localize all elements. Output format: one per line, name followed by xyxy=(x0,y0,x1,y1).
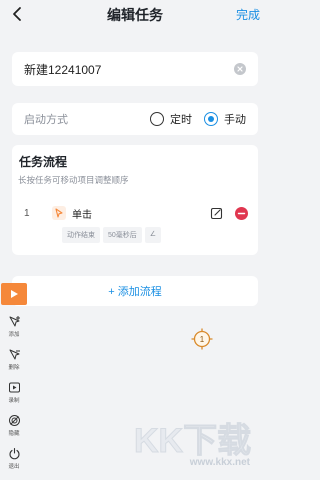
step-tag: 50毫秒后 xyxy=(103,227,142,243)
delete-pointer-icon xyxy=(9,349,20,360)
play-button[interactable] xyxy=(1,283,27,305)
tool-exit-label: 退出 xyxy=(8,464,20,470)
tool-hide-label: 隐藏 xyxy=(8,431,20,437)
step-tag: 动作结束 xyxy=(62,227,100,243)
step-tags: 动作结束 50毫秒后 ∠ xyxy=(62,227,162,243)
tap-target-marker[interactable]: 1 xyxy=(191,328,213,350)
record-icon xyxy=(8,382,20,393)
tool-record-label: 录制 xyxy=(8,398,20,404)
radio-scheduled[interactable]: 定时 xyxy=(150,111,192,127)
top-bar: 编辑任务 完成 xyxy=(0,0,270,30)
tool-record[interactable]: 录制 xyxy=(1,381,27,404)
done-button[interactable]: 完成 xyxy=(236,6,260,23)
back-icon[interactable] xyxy=(8,4,28,24)
task-name-field[interactable]: 新建12241007 xyxy=(12,52,258,86)
flow-hint: 长按任务可移动项目调整顺序 xyxy=(18,175,129,185)
add-flow-button[interactable]: + 添加流程 xyxy=(12,276,258,306)
floating-toolbar: 添加 删除 录制 隐藏 退出 xyxy=(1,283,28,470)
radio-scheduled-label: 定时 xyxy=(170,114,192,126)
power-icon xyxy=(9,447,19,460)
flow-step-row[interactable]: 1 单击 xyxy=(24,203,248,223)
clear-icon[interactable] xyxy=(234,63,246,75)
step-tag: ∠ xyxy=(144,227,162,243)
add-pointer-icon xyxy=(9,316,20,327)
flow-title: 任务流程 xyxy=(19,155,68,169)
marker-number: 1 xyxy=(200,335,205,344)
edit-icon[interactable] xyxy=(210,207,223,220)
watermark-url: www.kkx.net xyxy=(189,457,250,468)
page-title: 编辑任务 xyxy=(107,7,163,23)
add-flow-label: + 添加流程 xyxy=(108,286,162,298)
tool-delete-label: 删除 xyxy=(8,365,20,371)
tool-exit[interactable]: 退出 xyxy=(1,447,27,470)
tool-hide[interactable]: 隐藏 xyxy=(1,414,27,437)
radio-manual[interactable]: 手动 xyxy=(204,111,246,127)
step-name: 单击 xyxy=(72,209,92,221)
task-flow-section: 任务流程 长按任务可移动项目调整顺序 1 单击 动作结束 50毫秒后 ∠ xyxy=(12,145,258,255)
tap-icon xyxy=(52,206,66,220)
launch-mode-row: 启动方式 定时 手动 xyxy=(12,103,258,135)
radio-circle-icon xyxy=(150,112,164,126)
tool-add-label: 添加 xyxy=(8,332,20,338)
remove-icon[interactable] xyxy=(235,206,248,220)
task-name-input[interactable]: 新建12241007 xyxy=(24,61,234,78)
step-index: 1 xyxy=(24,207,30,219)
radio-selected-icon xyxy=(204,112,218,126)
radio-manual-label: 手动 xyxy=(224,114,246,126)
watermark-text: KK下载 xyxy=(134,422,251,460)
tool-add[interactable]: 添加 xyxy=(1,315,27,338)
tool-delete[interactable]: 删除 xyxy=(1,348,27,371)
play-icon xyxy=(10,290,18,298)
hide-icon xyxy=(8,415,20,426)
launch-mode-label: 启动方式 xyxy=(24,114,68,126)
